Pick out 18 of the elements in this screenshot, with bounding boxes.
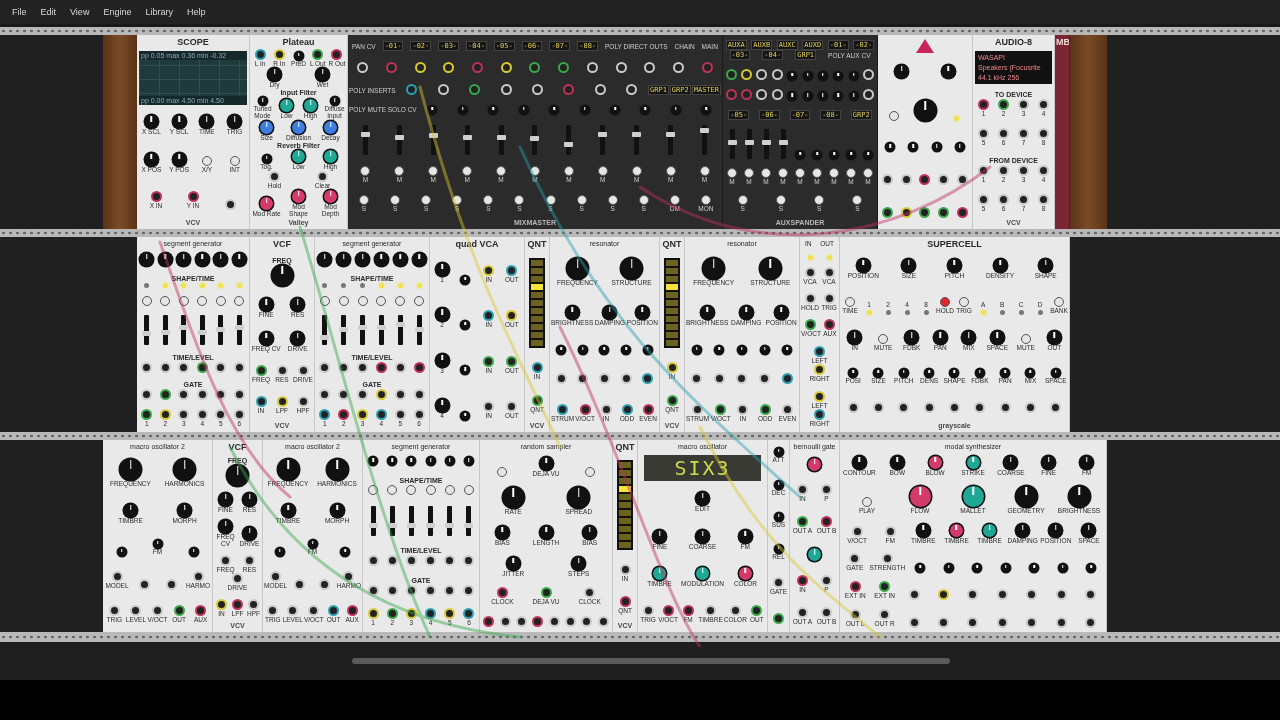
module-title: SUPERCELL (926, 238, 983, 251)
menu-item[interactable]: Help (180, 5, 212, 19)
module-title: quad VCA (454, 238, 500, 251)
menu-item[interactable]: Library (139, 5, 179, 19)
module-title: VCF (227, 441, 248, 454)
module-title: QNT (614, 441, 636, 454)
segment-display: SIX3 (644, 454, 761, 481)
module-title: Plateau (281, 36, 316, 49)
menu-item[interactable]: File (6, 5, 33, 19)
module-title: SCOPE (176, 36, 210, 49)
module-title: QNT (661, 238, 683, 251)
module-title: MB (1055, 36, 1069, 49)
menu-item[interactable]: View (64, 5, 96, 19)
module-title: AUDIO-8 (994, 36, 1033, 49)
menu-item[interactable]: Edit (34, 5, 63, 19)
module-title: QNT (526, 238, 548, 251)
menu-item[interactable]: Engine (97, 5, 138, 19)
module-title: VCF (272, 238, 292, 251)
